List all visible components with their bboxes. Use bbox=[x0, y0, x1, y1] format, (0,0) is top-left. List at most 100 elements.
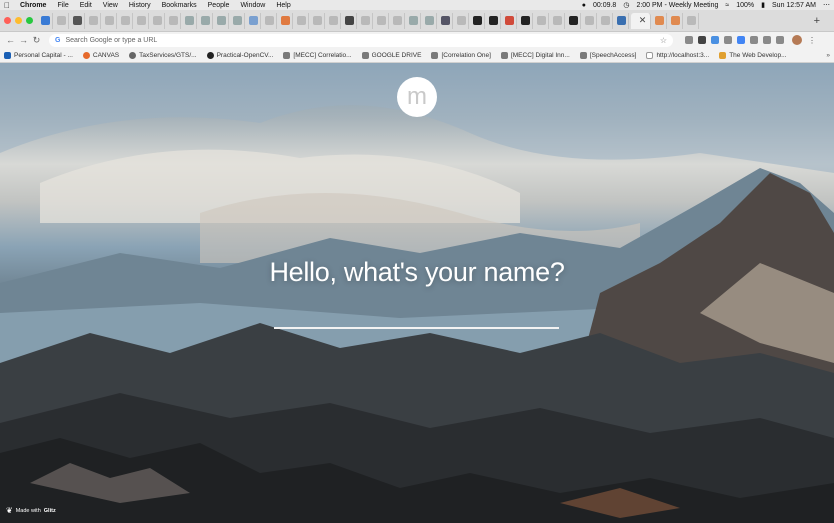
tab[interactable] bbox=[311, 12, 325, 29]
bookmark-item[interactable]: TaxServices/GTS/... bbox=[129, 51, 197, 59]
name-input[interactable] bbox=[274, 299, 559, 329]
menu-file[interactable]: File bbox=[57, 2, 68, 9]
calendar-event[interactable]: 2:00 PM - Weekly Meeting bbox=[636, 2, 718, 9]
tab[interactable] bbox=[535, 12, 549, 29]
page-icon bbox=[89, 16, 98, 25]
tab[interactable] bbox=[391, 12, 405, 29]
tab[interactable] bbox=[407, 12, 421, 29]
close-window-button[interactable] bbox=[4, 17, 11, 24]
timer-readout[interactable]: 00:09.8 bbox=[593, 2, 616, 9]
bookmark-item[interactable]: CANVAS bbox=[82, 51, 119, 59]
tab[interactable] bbox=[423, 12, 437, 29]
profile-avatar[interactable] bbox=[792, 35, 802, 45]
tab[interactable] bbox=[471, 12, 485, 29]
extension-icon[interactable] bbox=[763, 36, 771, 44]
tab[interactable] bbox=[231, 12, 245, 29]
tab[interactable] bbox=[439, 12, 453, 29]
clock-app-icon[interactable]: ◷ bbox=[623, 1, 629, 9]
new-tab-button[interactable]: + bbox=[814, 15, 820, 27]
menubar-clock[interactable]: Sun 12:57 AM bbox=[772, 2, 816, 9]
tab[interactable] bbox=[327, 12, 341, 29]
wifi-icon[interactable]: ≈ bbox=[725, 2, 729, 9]
apple-icon[interactable]:  bbox=[4, 1, 10, 10]
bookmark-star-icon[interactable]: ☆ bbox=[660, 36, 667, 45]
tab[interactable] bbox=[487, 12, 501, 29]
tab[interactable] bbox=[567, 12, 581, 29]
tab[interactable] bbox=[199, 12, 213, 29]
more-icon[interactable]: ⋯ bbox=[823, 1, 830, 9]
tab[interactable] bbox=[455, 12, 469, 29]
bookmark-item[interactable]: http://localhost:3... bbox=[646, 51, 709, 59]
tab[interactable] bbox=[599, 12, 613, 29]
back-icon[interactable]: ← bbox=[4, 35, 17, 45]
menu-history[interactable]: History bbox=[129, 2, 151, 9]
bookmark-item[interactable]: [MECC] Digital Inn... bbox=[500, 51, 570, 59]
reload-icon[interactable]: ↻ bbox=[30, 35, 43, 46]
extension-icon[interactable] bbox=[711, 36, 719, 44]
tab[interactable] bbox=[39, 12, 53, 29]
bookmark-label: GOOGLE DRIVE bbox=[371, 51, 422, 59]
tab[interactable] bbox=[551, 12, 565, 29]
bookmark-item[interactable]: GOOGLE DRIVE bbox=[361, 51, 422, 59]
menu-edit[interactable]: Edit bbox=[80, 2, 92, 9]
bookmark-item[interactable]: The Web Develop... bbox=[719, 51, 787, 59]
tab[interactable] bbox=[503, 12, 517, 29]
omnibox[interactable]: G Search Google or type a URL ☆ bbox=[49, 33, 673, 47]
menu-help[interactable]: Help bbox=[276, 2, 290, 9]
bookmark-item[interactable]: [MECC] Correlatio... bbox=[283, 51, 352, 59]
tab[interactable] bbox=[119, 12, 133, 29]
minimize-window-button[interactable] bbox=[15, 17, 22, 24]
made-with-label: Made with bbox=[15, 507, 41, 514]
extension-icon[interactable] bbox=[776, 36, 784, 44]
tab[interactable] bbox=[375, 12, 389, 29]
tab[interactable] bbox=[71, 12, 85, 29]
menu-window[interactable]: Window bbox=[240, 2, 265, 9]
bookmark-item[interactable]: [Correlation One] bbox=[431, 51, 491, 59]
bookmark-item[interactable]: Personal Capital - ... bbox=[4, 51, 73, 59]
extension-icon[interactable] bbox=[698, 36, 706, 44]
bookmarks-overflow-icon[interactable]: » bbox=[826, 52, 830, 59]
tab[interactable] bbox=[295, 12, 309, 29]
tab[interactable] bbox=[135, 12, 149, 29]
active-tab[interactable]: ✕ bbox=[631, 12, 651, 29]
tab[interactable] bbox=[183, 12, 197, 29]
extension-icon[interactable] bbox=[724, 36, 732, 44]
chrome-menu-icon[interactable]: ⋮ bbox=[808, 36, 816, 45]
tab[interactable] bbox=[215, 12, 229, 29]
tab[interactable] bbox=[55, 12, 69, 29]
tab[interactable] bbox=[167, 12, 181, 29]
menu-app-name[interactable]: Chrome bbox=[20, 2, 46, 9]
forward-icon[interactable]: → bbox=[17, 35, 30, 45]
page-icon bbox=[281, 16, 290, 25]
tab[interactable] bbox=[669, 12, 683, 29]
tab[interactable] bbox=[279, 12, 293, 29]
menu-bookmarks[interactable]: Bookmarks bbox=[162, 2, 197, 9]
close-tab-icon[interactable]: ✕ bbox=[639, 15, 647, 26]
tab[interactable] bbox=[343, 12, 357, 29]
tab[interactable] bbox=[519, 12, 533, 29]
tab[interactable] bbox=[685, 12, 699, 29]
momentum-logo[interactable]: m bbox=[397, 77, 437, 117]
extension-icon[interactable] bbox=[750, 36, 758, 44]
battery-percent[interactable]: 100% bbox=[736, 2, 754, 9]
menu-people[interactable]: People bbox=[208, 2, 230, 9]
tab[interactable] bbox=[87, 12, 101, 29]
menu-view[interactable]: View bbox=[103, 2, 118, 9]
tab[interactable] bbox=[359, 12, 373, 29]
battery-icon[interactable]: ▮ bbox=[761, 1, 765, 9]
tab[interactable] bbox=[151, 12, 165, 29]
made-with-credit[interactable]: ❦ Made with Glitz bbox=[6, 506, 56, 515]
bookmark-label: TaxServices/GTS/... bbox=[139, 51, 197, 59]
tab[interactable] bbox=[615, 12, 629, 29]
tab[interactable] bbox=[103, 12, 117, 29]
bookmark-item[interactable]: Practical-OpenCV... bbox=[206, 51, 273, 59]
tab[interactable] bbox=[247, 12, 261, 29]
bookmark-item[interactable]: [SpeechAccess] bbox=[579, 51, 636, 59]
extension-icon[interactable] bbox=[737, 36, 745, 44]
zoom-window-button[interactable] bbox=[26, 17, 33, 24]
tab[interactable] bbox=[653, 12, 667, 29]
record-icon[interactable]: ● bbox=[582, 2, 586, 9]
tab[interactable] bbox=[263, 12, 277, 29]
extension-icon[interactable] bbox=[685, 36, 693, 44]
tab[interactable] bbox=[583, 12, 597, 29]
